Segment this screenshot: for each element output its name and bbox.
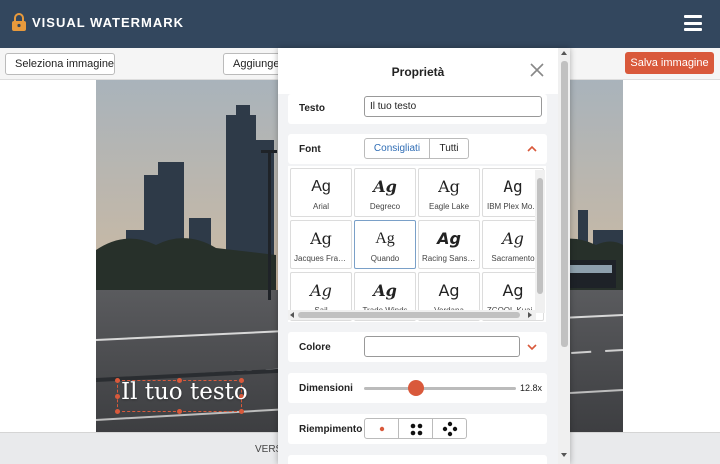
font-sample: Ag [437, 229, 461, 248]
color-label: Colore [299, 342, 331, 353]
scroll-right-icon[interactable] [528, 312, 532, 318]
chevron-up-icon[interactable] [527, 145, 537, 153]
resize-handle[interactable] [115, 378, 120, 383]
font-name: Sacramento [491, 254, 535, 263]
font-name: Quando [370, 254, 400, 263]
fill-five-button[interactable] [432, 418, 467, 439]
scrollbar-thumb[interactable] [537, 178, 543, 294]
font-name: IBM Plex Mo... [486, 202, 539, 211]
resize-handle[interactable] [115, 409, 120, 414]
scroll-left-icon[interactable] [290, 312, 294, 318]
scrollbar-thumb[interactable] [298, 312, 520, 318]
size-slider-knob[interactable] [407, 380, 424, 396]
panel-scrollbar[interactable] [558, 48, 570, 464]
font-sample: Ag [503, 177, 523, 196]
fill-four-button[interactable] [398, 418, 433, 439]
tab-all-fonts[interactable]: Tutti [429, 138, 469, 159]
font-option[interactable]: Ag Racing Sans ... [418, 220, 480, 269]
resize-handle[interactable] [239, 409, 244, 414]
font-sample: Ag [438, 281, 460, 300]
single-dot-icon [379, 426, 385, 432]
size-value: 12.8x [520, 383, 543, 393]
size-slider-track[interactable] [364, 387, 516, 390]
resize-handle[interactable] [115, 394, 120, 399]
close-icon[interactable] [530, 63, 544, 77]
watermark-text[interactable]: Il tuo testo [121, 379, 248, 405]
five-dots-icon [442, 421, 458, 437]
font-sample: Ag [310, 229, 332, 248]
select-image-button[interactable]: Seleziona immagine [5, 53, 115, 75]
font-card: Font Consigliati Tutti [288, 134, 547, 164]
font-sample: Ag [502, 229, 524, 248]
font-option[interactable]: Ag Eagle Lake [418, 168, 480, 217]
lock-icon [12, 13, 26, 31]
properties-panel: Proprietà Testo Font Consigliati Tutti A… [278, 48, 570, 464]
font-sample: Ag [375, 230, 395, 247]
font-sample: Ag [311, 178, 331, 195]
fill-label: Riempimento [299, 424, 363, 435]
font-sample: Ag [502, 281, 524, 300]
font-grid: Ag Arial Ag Degreco Ag Eagle Lake Ag IBM Plex M… [288, 166, 546, 322]
add-button[interactable]: Aggiungere [223, 53, 283, 75]
color-field[interactable] [364, 336, 520, 357]
fill-card: Riempimento [288, 414, 547, 444]
font-label: Font [299, 144, 321, 155]
font-option[interactable]: Ag Degreco [354, 168, 416, 217]
scroll-down-icon[interactable] [561, 453, 567, 457]
menu-icon[interactable] [684, 15, 702, 31]
app-header: VISUAL WATERMARK [0, 0, 720, 48]
next-card [288, 455, 547, 464]
font-option[interactable]: Ag Quando [354, 220, 416, 269]
font-name: Jacques Fran... [294, 254, 350, 263]
font-option[interactable]: Ag Jacques Fran... [290, 220, 352, 269]
font-sample: Ag [310, 281, 332, 300]
font-grid-horizontal-scrollbar[interactable] [288, 310, 536, 320]
font-name: Eagle Lake [428, 202, 470, 211]
panel-header: Proprietà [278, 48, 570, 94]
tab-recommended-fonts[interactable]: Consigliati [364, 138, 430, 159]
font-option[interactable]: Ag Arial [290, 168, 352, 217]
font-grid-vertical-scrollbar[interactable] [535, 170, 545, 313]
size-card: Dimensioni 12.8x [288, 373, 547, 403]
font-sample: Ag [438, 177, 460, 196]
size-label: Dimensioni [299, 383, 353, 394]
watermark-text-field[interactable] [364, 96, 542, 117]
four-dots-icon [410, 423, 423, 436]
fill-single-button[interactable] [364, 418, 399, 439]
chevron-down-icon[interactable] [527, 343, 537, 351]
app-title: VISUAL WATERMARK [32, 15, 185, 30]
font-name: Degreco [369, 202, 401, 211]
save-image-button[interactable]: Salva immagine [625, 52, 714, 74]
font-name: Racing Sans ... [422, 254, 477, 263]
panel-title: Proprietà [391, 65, 445, 79]
scrollbar-thumb[interactable] [561, 61, 568, 347]
color-card: Colore [288, 332, 547, 362]
resize-handle[interactable] [177, 409, 182, 414]
text-card: Testo [288, 94, 547, 124]
font-sample: Ag [373, 177, 397, 196]
font-sample: Ag [373, 281, 397, 300]
scroll-up-icon[interactable] [561, 51, 567, 55]
text-label: Testo [299, 103, 325, 114]
font-name: Arial [312, 202, 329, 211]
